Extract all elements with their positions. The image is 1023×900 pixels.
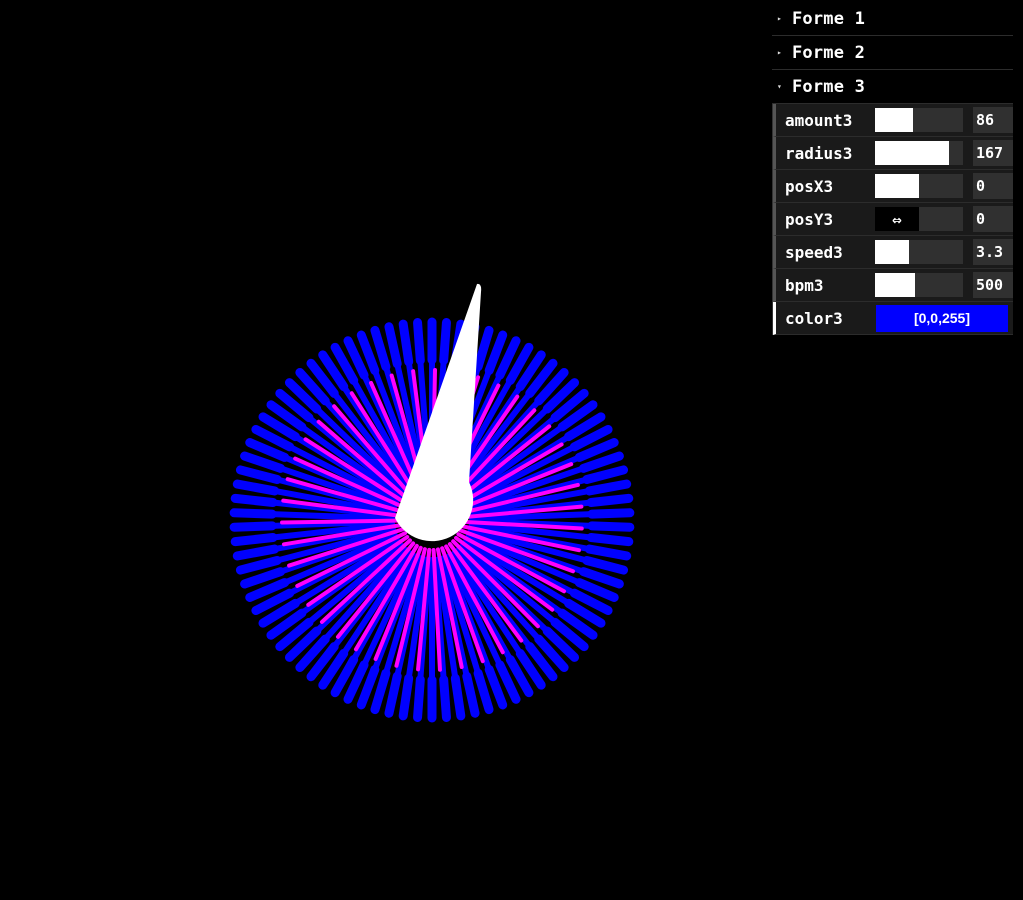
- color3-swatch[interactable]: [0,0,255]: [876, 304, 1008, 332]
- control-label: posX3: [785, 176, 834, 196]
- outer-spoke: [473, 668, 494, 715]
- control-color3: color3 [0,0,255]: [773, 302, 1013, 335]
- bpm3-input[interactable]: 500: [973, 272, 1013, 298]
- outer-spoke: [439, 318, 451, 365]
- outer-spoke: [413, 318, 425, 365]
- posX3-slider[interactable]: [875, 174, 963, 198]
- amount3-slider[interactable]: [875, 108, 963, 132]
- control-label: radius3: [785, 143, 853, 163]
- control-speed3: speed3 3.3: [773, 236, 1013, 269]
- outer-spoke: [230, 493, 278, 508]
- speed3-slider[interactable]: [875, 240, 963, 264]
- slider-fill: [875, 273, 915, 297]
- posY3-slider[interactable]: ⇔: [875, 207, 963, 231]
- outer-spoke: [230, 532, 278, 547]
- speed3-input[interactable]: 3.3: [973, 239, 1013, 265]
- forme-3-controls: amount3 86 radius3 167 posX3 0 posY3 ⇔ 0…: [772, 104, 1013, 335]
- outer-spoke: [582, 465, 629, 485]
- outer-spoke: [462, 671, 480, 718]
- outer-spoke: [473, 325, 494, 372]
- amount3-input[interactable]: 86: [973, 107, 1013, 133]
- outer-spoke: [413, 675, 425, 722]
- folder-label: Forme 1: [792, 8, 866, 29]
- slider-fill: [875, 240, 910, 264]
- posX3-input[interactable]: 0: [973, 173, 1013, 199]
- folder-forme-1[interactable]: ▸ Forme 1: [772, 2, 1013, 36]
- outer-spoke: [229, 508, 277, 519]
- folder-forme-2[interactable]: ▸ Forme 2: [772, 36, 1013, 70]
- outer-spoke: [450, 673, 466, 721]
- slider-fill: [875, 174, 919, 198]
- control-amount3: amount3 86: [773, 104, 1013, 137]
- outer-spoke: [587, 508, 635, 519]
- control-label: amount3: [785, 110, 853, 130]
- outer-spoke: [232, 479, 280, 496]
- outer-spoke: [587, 521, 635, 532]
- outer-spoke: [586, 532, 634, 547]
- folder-label: Forme 3: [792, 76, 866, 97]
- outer-spoke: [384, 671, 402, 718]
- outer-spoke: [235, 555, 282, 575]
- outer-spoke: [584, 544, 632, 561]
- radius3-slider[interactable]: [875, 141, 963, 165]
- caret-right-icon: ▸: [777, 47, 782, 57]
- outer-spoke: [582, 555, 629, 575]
- control-posX3: posX3 0: [773, 170, 1013, 203]
- bpm3-slider[interactable]: [875, 273, 963, 297]
- caret-right-icon: ▸: [777, 13, 782, 23]
- outer-spoke: [370, 325, 391, 372]
- settings-panel: ▸ Forme 1 ▸ Forme 2 ▾ Forme 3 amount3 86…: [772, 2, 1013, 335]
- outer-spoke: [232, 544, 280, 561]
- outer-spoke: [584, 479, 632, 496]
- outer-spoke: [398, 319, 414, 367]
- slider-fill: [875, 141, 949, 165]
- radius3-input[interactable]: 167: [973, 140, 1013, 166]
- control-bpm3: bpm3 500: [773, 269, 1013, 302]
- control-label: posY3: [785, 209, 834, 229]
- control-label: bpm3: [785, 275, 824, 295]
- outer-spoke: [370, 668, 391, 715]
- folder-label: Forme 2: [792, 42, 866, 63]
- control-posY3: posY3 ⇔ 0: [773, 203, 1013, 236]
- inner-spoke: [280, 518, 405, 525]
- control-label: speed3: [785, 242, 843, 262]
- posY3-input[interactable]: 0: [973, 206, 1013, 232]
- control-radius3: radius3 167: [773, 137, 1013, 170]
- horizontal-resize-cursor-icon: ⇔: [875, 207, 919, 231]
- outer-spoke: [384, 322, 402, 369]
- control-label: color3: [785, 308, 843, 328]
- outer-spoke: [586, 493, 634, 508]
- folder-forme-3[interactable]: ▾ Forme 3: [772, 70, 1013, 104]
- outer-spoke: [235, 465, 282, 485]
- caret-down-icon: ▾: [777, 81, 782, 91]
- outer-spoke: [398, 673, 414, 721]
- outer-spoke: [439, 675, 451, 722]
- slider-fill: [875, 108, 913, 132]
- outer-spoke: [229, 521, 277, 532]
